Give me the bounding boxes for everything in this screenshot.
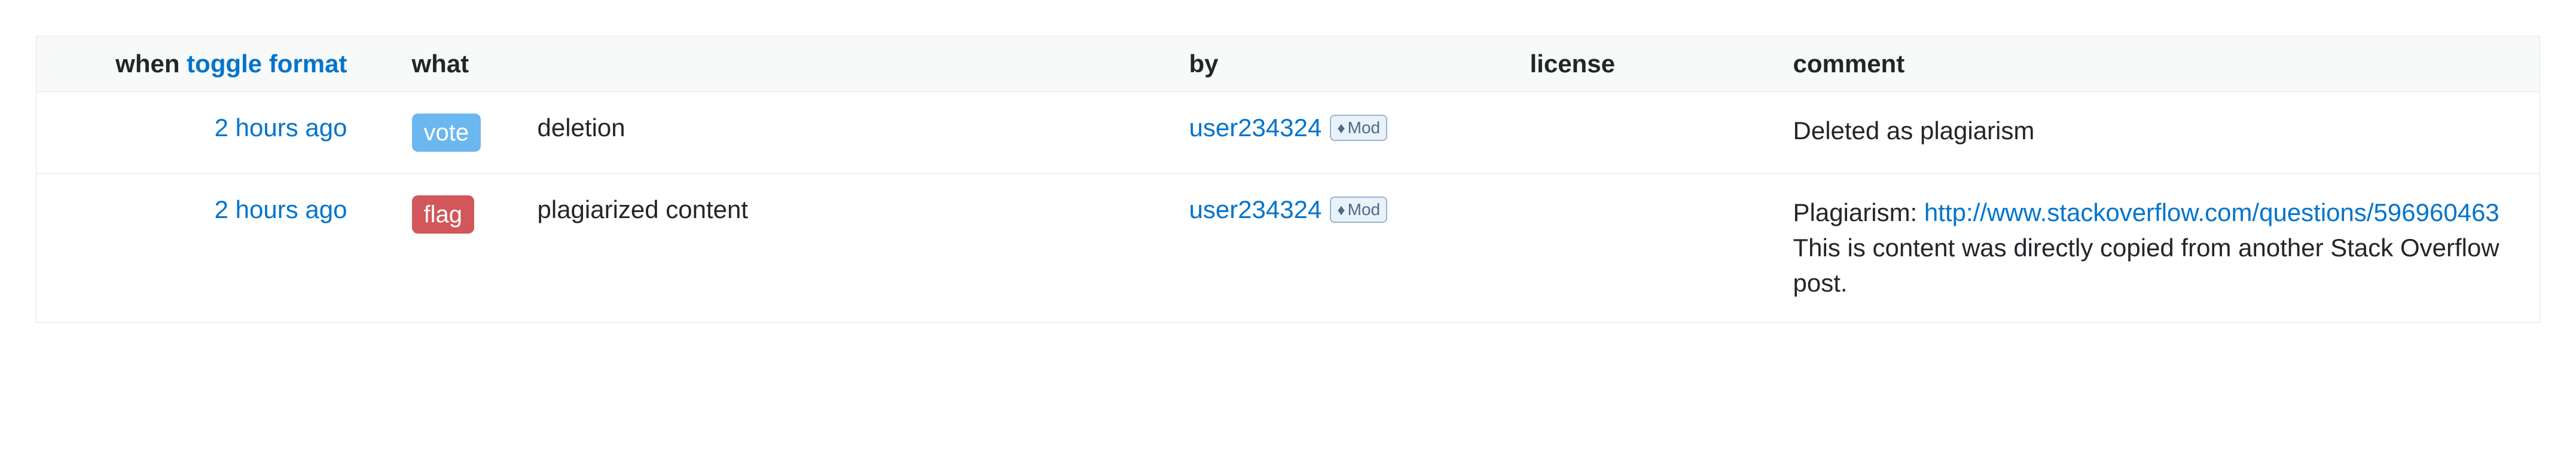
action-description: deletion [538, 114, 625, 142]
moderator-badge-text: Mod [1348, 118, 1380, 137]
header-when-label: when [115, 50, 179, 78]
action-description: plagiarized content [538, 195, 749, 224]
header-what: what [395, 36, 1173, 92]
table-row: 2 hours ago vote deletion user234324 ♦Mod Del… [36, 92, 2540, 174]
cell-what: flag plagiarized content [395, 174, 1173, 323]
revision-time-link[interactable]: 2 hours ago [215, 114, 347, 142]
moderator-badge-text: Mod [1348, 200, 1380, 219]
revision-history-table: when toggle format what by license comme… [36, 36, 2540, 323]
action-badge: flag [412, 195, 475, 234]
toggle-format-link[interactable]: toggle format [187, 50, 347, 78]
cell-comment: Plagiarism: http://www.stackoverflow.com… [1777, 174, 2540, 323]
diamond-icon: ♦ [1337, 119, 1345, 137]
diamond-icon: ♦ [1337, 201, 1345, 219]
table-header-row: when toggle format what by license comme… [36, 36, 2540, 92]
header-when: when toggle format [36, 36, 395, 92]
table-row: 2 hours ago flag plagiarized content user23… [36, 174, 2540, 323]
cell-license [1513, 92, 1777, 174]
cell-comment: Deleted as plagiarism [1777, 92, 2540, 174]
header-by: by [1173, 36, 1513, 92]
comment-text-segment: Deleted as plagiarism [1793, 116, 2035, 145]
comment-text-segment: This is content was directly copied from… [1793, 234, 2499, 297]
revision-time-link[interactable]: 2 hours ago [215, 195, 347, 223]
comment-text-segment: Plagiarism: [1793, 198, 1924, 226]
header-license: license [1513, 36, 1777, 92]
moderator-badge: ♦Mod [1330, 197, 1387, 223]
header-comment: comment [1777, 36, 2540, 92]
moderator-badge: ♦Mod [1330, 115, 1387, 141]
cell-when: 2 hours ago [36, 92, 395, 174]
cell-license [1513, 174, 1777, 323]
user-link[interactable]: user234324 [1189, 114, 1322, 142]
cell-by: user234324 ♦Mod [1173, 92, 1513, 174]
user-link[interactable]: user234324 [1189, 195, 1322, 224]
cell-by: user234324 ♦Mod [1173, 174, 1513, 323]
cell-what: vote deletion [395, 92, 1173, 174]
comment-link[interactable]: http://www.stackoverflow.com/questions/5… [1924, 198, 2499, 226]
cell-when: 2 hours ago [36, 174, 395, 323]
action-badge: vote [412, 114, 481, 152]
